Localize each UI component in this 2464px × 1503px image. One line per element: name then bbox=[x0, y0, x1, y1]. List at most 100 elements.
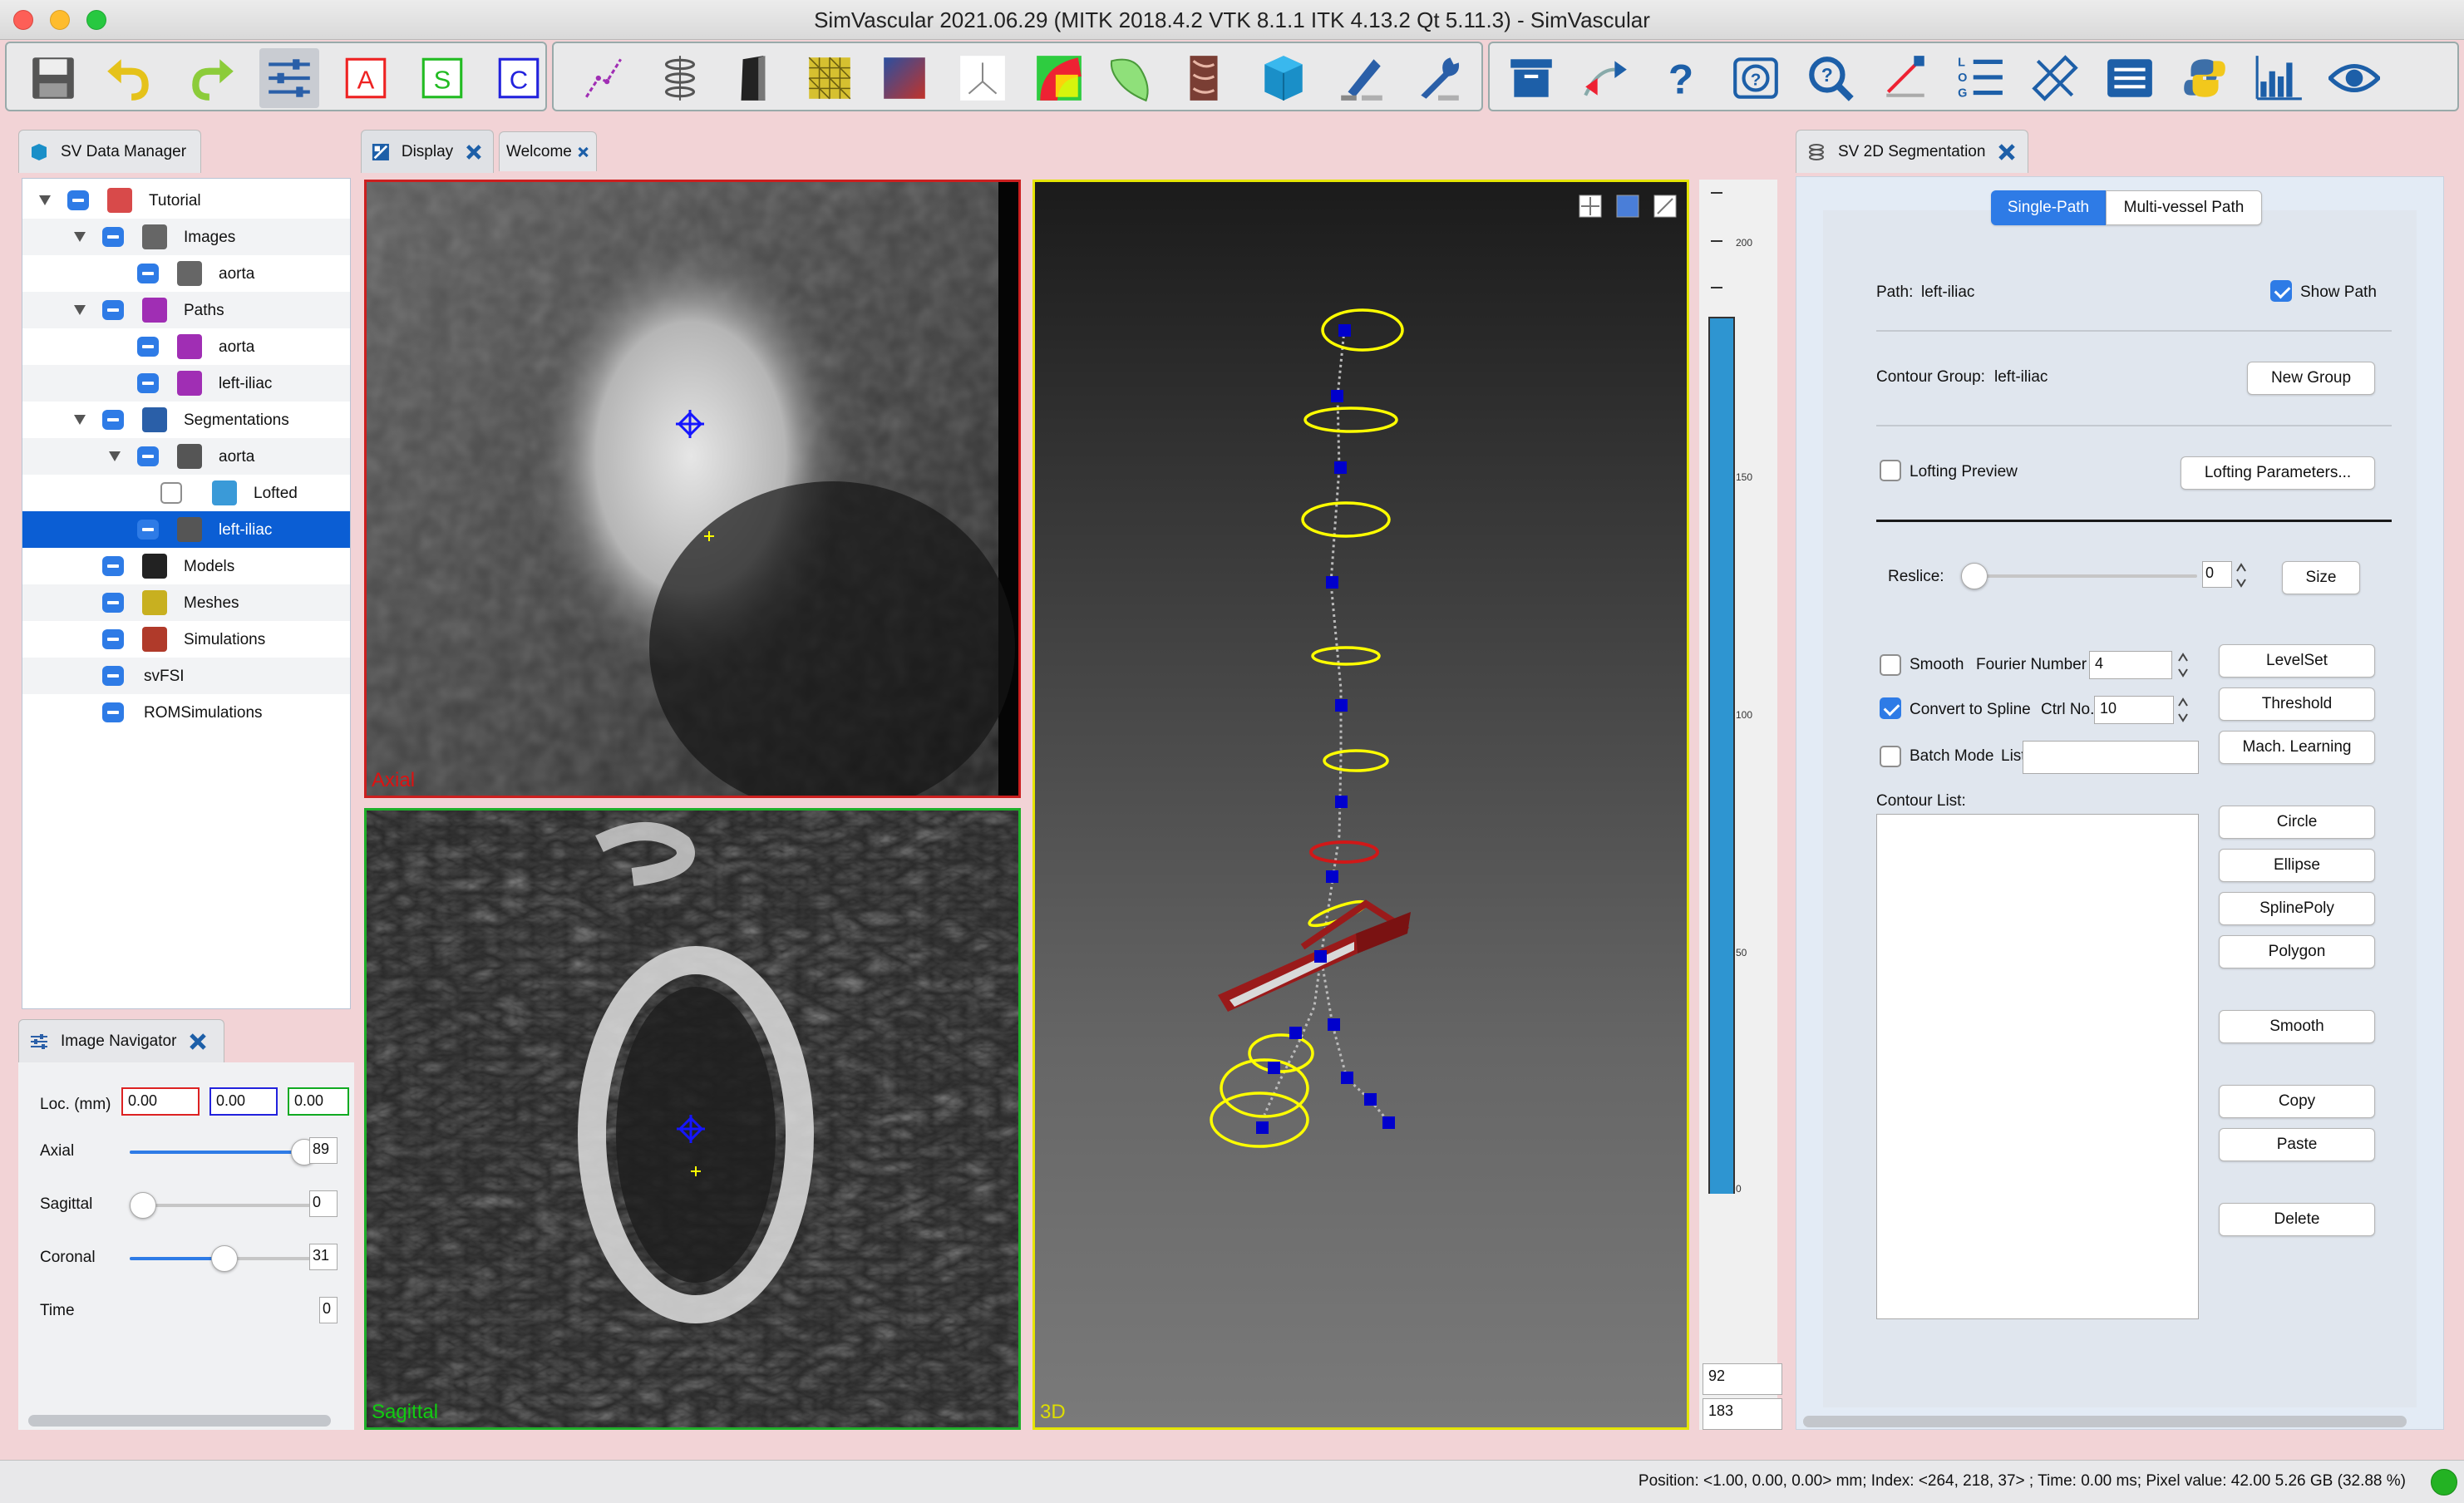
loc-x-input[interactable]: 0.00 bbox=[121, 1087, 200, 1116]
time-value[interactable]: 0 bbox=[319, 1297, 338, 1323]
3d-view[interactable]: 3D bbox=[1032, 180, 1689, 1430]
archive-icon[interactable] bbox=[1501, 48, 1561, 108]
tab-welcome[interactable]: Welcome bbox=[499, 131, 597, 171]
visibility-toggle[interactable] bbox=[102, 593, 124, 613]
redo-icon[interactable] bbox=[183, 48, 243, 108]
edit-tool-icon[interactable] bbox=[1332, 48, 1392, 108]
axial-slider[interactable] bbox=[130, 1139, 319, 1165]
visibility-toggle[interactable] bbox=[67, 190, 89, 210]
show-path-checkbox[interactable] bbox=[2270, 280, 2292, 302]
tab-sv-data-manager[interactable]: SV Data Manager bbox=[18, 130, 201, 173]
model-icon[interactable] bbox=[723, 48, 783, 108]
simulation-icon[interactable] bbox=[875, 48, 934, 108]
clipping-icon[interactable] bbox=[1174, 48, 1234, 108]
visibility-toggle[interactable] bbox=[137, 446, 159, 466]
visibility-toggle[interactable] bbox=[102, 556, 124, 576]
lofting-parameters-button[interactable]: Lofting Parameters... bbox=[2181, 456, 2375, 490]
colorbar-max-readout[interactable]: 92 bbox=[1703, 1363, 1782, 1395]
loc-y-input[interactable]: 0.00 bbox=[209, 1087, 278, 1116]
list-icon[interactable] bbox=[2100, 48, 2160, 108]
tree-item[interactable]: Segmentations bbox=[22, 402, 350, 438]
smooth-button[interactable]: Smooth bbox=[2219, 1010, 2375, 1043]
polygon-button[interactable]: Polygon bbox=[2219, 935, 2375, 968]
coronal-view-button[interactable]: C bbox=[489, 48, 549, 108]
chevron-down-icon[interactable] bbox=[109, 451, 121, 461]
color-volume-icon[interactable] bbox=[1029, 48, 1089, 108]
coronal-slider-knob[interactable] bbox=[211, 1245, 238, 1272]
chevron-down-icon[interactable] bbox=[74, 305, 86, 315]
close-icon[interactable] bbox=[188, 1032, 208, 1052]
cube-icon[interactable] bbox=[1254, 48, 1313, 108]
visibility-toggle[interactable] bbox=[102, 666, 124, 686]
tree-item[interactable]: ROMSimulations bbox=[22, 694, 350, 731]
tree-item[interactable]: aorta bbox=[22, 255, 350, 292]
ruler-icon[interactable] bbox=[2025, 48, 2085, 108]
threshold-button[interactable]: Threshold bbox=[2219, 687, 2375, 721]
undo-icon[interactable] bbox=[98, 48, 158, 108]
help-icon[interactable]: ? bbox=[1651, 48, 1711, 108]
new-group-button[interactable]: New Group bbox=[2247, 362, 2375, 395]
loc-z-input[interactable]: 0.00 bbox=[288, 1087, 349, 1116]
wrench-icon[interactable] bbox=[1408, 48, 1468, 108]
size-button[interactable]: Size bbox=[2282, 561, 2360, 594]
axial-value[interactable]: 89 bbox=[309, 1137, 338, 1164]
tree-item[interactable]: Images bbox=[22, 219, 350, 255]
axial-view-button[interactable]: A bbox=[336, 48, 396, 108]
sagittal-slider-knob[interactable] bbox=[130, 1192, 156, 1219]
visibility-toggle[interactable] bbox=[102, 702, 124, 722]
bar-chart-icon[interactable] bbox=[2250, 48, 2309, 108]
sagittal-view-button[interactable]: S bbox=[412, 48, 472, 108]
lofting-preview-checkbox[interactable] bbox=[1880, 460, 1901, 481]
tree-item[interactable]: Tutorial bbox=[22, 182, 350, 219]
tree-item[interactable]: aorta bbox=[22, 328, 350, 365]
python-icon[interactable] bbox=[2175, 48, 2235, 108]
help-list-icon[interactable]: ? bbox=[1726, 48, 1786, 108]
measure-icon[interactable] bbox=[1875, 48, 1935, 108]
close-icon[interactable] bbox=[577, 142, 589, 162]
data-tree[interactable]: Tutorial Images aorta Paths aorta left-iliac S… bbox=[22, 178, 351, 1009]
axial-view[interactable]: Axial bbox=[364, 180, 1021, 798]
segmentation-icon[interactable] bbox=[650, 48, 710, 108]
circle-button[interactable]: Circle bbox=[2219, 806, 2375, 839]
zoom-icon[interactable]: ? bbox=[1801, 48, 1860, 108]
surface-icon[interactable] bbox=[1102, 48, 1162, 108]
reslice-value[interactable]: 0 bbox=[2202, 561, 2232, 588]
copy-button[interactable]: Copy bbox=[2219, 1085, 2375, 1118]
close-icon[interactable] bbox=[465, 142, 483, 162]
tree-item[interactable]: Simulations bbox=[22, 621, 350, 658]
sagittal-view[interactable]: Sagittal bbox=[364, 808, 1021, 1430]
reslice-slider[interactable] bbox=[1961, 563, 2197, 589]
convert-to-spline-checkbox[interactable] bbox=[1880, 697, 1901, 719]
visibility-toggle[interactable] bbox=[102, 629, 124, 649]
tab-sv-2d-segmentation[interactable]: SV 2D Segmentation bbox=[1796, 130, 2028, 173]
visibility-toggle[interactable] bbox=[102, 300, 124, 320]
tab-multi-vessel-path[interactable]: Multi-vessel Path bbox=[2106, 190, 2262, 225]
tree-item[interactable]: Paths bbox=[22, 292, 350, 328]
log-list-icon[interactable]: LOG bbox=[1950, 48, 2010, 108]
horizontal-scrollbar[interactable] bbox=[1803, 1416, 2407, 1427]
tab-image-navigator[interactable]: Image Navigator bbox=[18, 1019, 224, 1062]
tree-item[interactable]: Models bbox=[22, 548, 350, 584]
save-icon[interactable] bbox=[23, 48, 83, 108]
transfer-icon[interactable] bbox=[1576, 48, 1636, 108]
visibility-toggle[interactable] bbox=[102, 410, 124, 430]
chevron-down-icon[interactable] bbox=[74, 232, 86, 242]
reslice-slider-knob[interactable] bbox=[1961, 563, 1988, 589]
tree-item[interactable]: svFSI bbox=[22, 658, 350, 694]
sagittal-slider[interactable] bbox=[130, 1192, 319, 1219]
ctrl-no-spinner-icon[interactable] bbox=[2177, 696, 2189, 724]
batch-mode-checkbox[interactable] bbox=[1880, 746, 1901, 767]
smooth-checkbox[interactable] bbox=[1880, 654, 1901, 676]
tab-display[interactable]: Display bbox=[361, 130, 494, 173]
sliders-icon[interactable] bbox=[259, 48, 319, 108]
contour-list[interactable] bbox=[1876, 814, 2199, 1319]
tree-item[interactable]: left-iliac bbox=[22, 511, 350, 548]
visibility-toggle[interactable] bbox=[102, 227, 124, 247]
visibility-toggle[interactable] bbox=[137, 520, 159, 540]
levelset-button[interactable]: LevelSet bbox=[2219, 644, 2375, 678]
colorbar-min-readout[interactable]: 183 bbox=[1703, 1398, 1782, 1430]
axes-icon[interactable] bbox=[953, 48, 1013, 108]
horizontal-scrollbar[interactable] bbox=[28, 1415, 331, 1427]
chevron-down-icon[interactable] bbox=[74, 415, 86, 425]
splinepoly-button[interactable]: SplinePoly bbox=[2219, 892, 2375, 925]
